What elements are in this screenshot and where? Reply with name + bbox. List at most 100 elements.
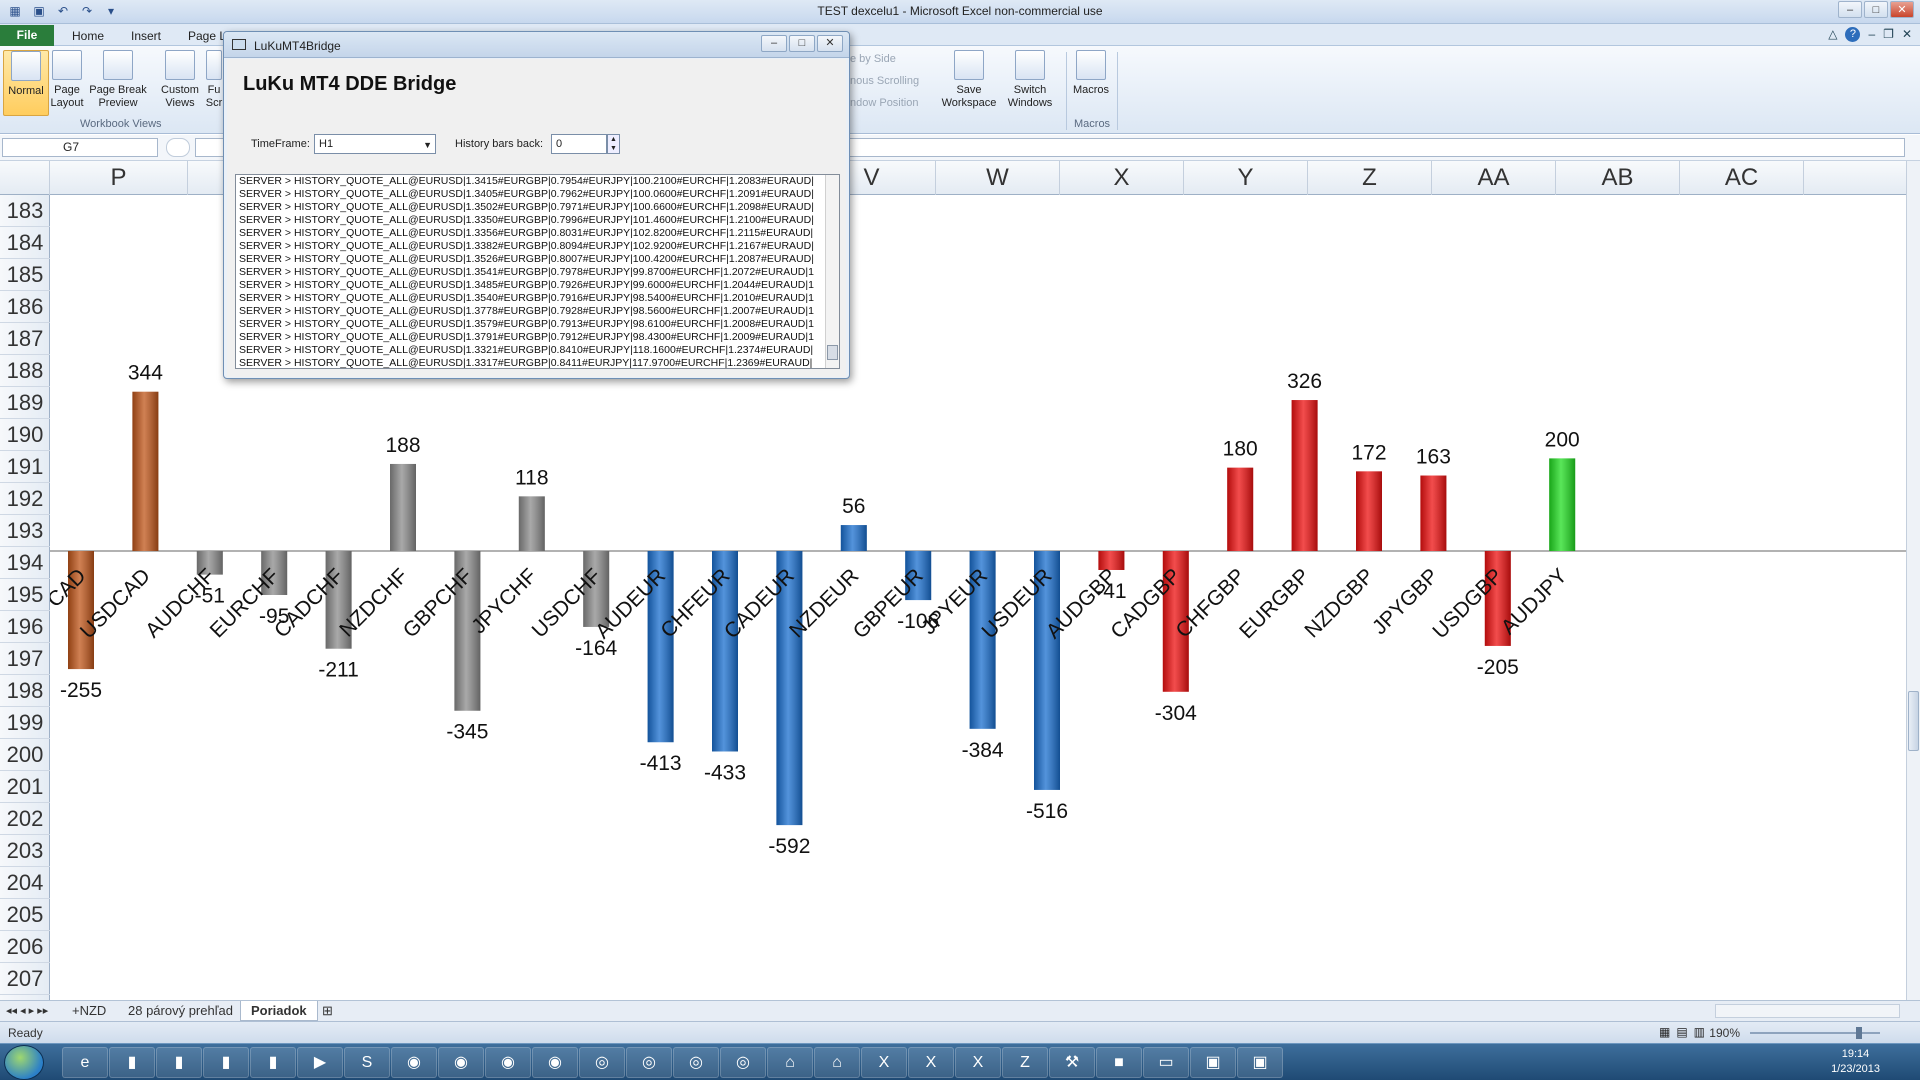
insert-function-icon[interactable] (166, 138, 190, 157)
workbook-minimize-icon[interactable]: – (1868, 27, 1875, 42)
row-header[interactable]: 204 (0, 867, 50, 899)
log-line[interactable]: SERVER > HISTORY_QUOTE_ALL@EURUSD|1.3485… (236, 279, 839, 292)
row-header[interactable]: 207 (0, 963, 50, 995)
monitor-icon[interactable]: ▭ (1143, 1047, 1189, 1078)
workbook-close-icon[interactable]: ✕ (1902, 27, 1912, 42)
log-line[interactable]: SERVER > HISTORY_QUOTE_ALL@EURUSD|1.3791… (236, 331, 839, 344)
name-box[interactable]: G7 (2, 138, 158, 157)
folder-icon[interactable]: ▮ (156, 1047, 202, 1078)
page-break-icon[interactable]: ▥ (1694, 1025, 1705, 1039)
chrome-icon[interactable]: ◎ (579, 1047, 625, 1078)
start-button[interactable] (4, 1045, 44, 1080)
window-icon[interactable]: ▣ (1190, 1047, 1236, 1078)
page-break-preview-button[interactable]: Page Break Preview (88, 50, 148, 116)
row-header[interactable]: 200 (0, 739, 50, 771)
save-workspace-button[interactable]: Save Workspace (938, 50, 1000, 116)
skype-icon[interactable]: S (344, 1047, 390, 1078)
insert-sheet-icon[interactable]: ⊞ (318, 1001, 337, 1021)
sheet-tab-poriadok[interactable]: Poriadok (240, 1001, 318, 1021)
row-header[interactable]: 191 (0, 451, 50, 483)
row-header[interactable]: 189 (0, 387, 50, 419)
switch-windows-button[interactable]: Switch Windows (1000, 50, 1060, 116)
row-header[interactable]: 193 (0, 515, 50, 547)
full-screen-button[interactable]: Fu Scr (203, 50, 225, 116)
minimize-ribbon-icon[interactable]: △ (1828, 27, 1837, 42)
chat-icon[interactable]: ◉ (532, 1047, 578, 1078)
view-side-by-side-button[interactable]: e by Side (850, 53, 896, 65)
row-header[interactable]: 199 (0, 707, 50, 739)
row-header[interactable]: 185 (0, 259, 50, 291)
tools-icon[interactable]: ⚒ (1049, 1047, 1095, 1078)
log-line[interactable]: SERVER > HISTORY_QUOTE_ALL@EURUSD|1.3382… (236, 240, 839, 253)
tab-file[interactable]: File (0, 25, 54, 46)
row-header[interactable]: 194 (0, 547, 50, 579)
media-player-icon[interactable]: ▶ (297, 1047, 343, 1078)
column-header[interactable]: Y (1184, 161, 1308, 195)
log-scroll-thumb[interactable] (827, 345, 838, 360)
row-header[interactable]: 197 (0, 643, 50, 675)
log-line[interactable]: SERVER > HISTORY_QUOTE_ALL@EURUSD|1.3526… (236, 253, 839, 266)
timeframe-select[interactable]: H1 ▼ (314, 134, 436, 154)
zoom-level[interactable]: 190% (1709, 1026, 1740, 1040)
row-header[interactable]: 192 (0, 483, 50, 515)
column-header[interactable]: AB (1556, 161, 1680, 195)
help-icon[interactable]: ? (1845, 27, 1861, 42)
zoom-slider-thumb[interactable] (1856, 1027, 1862, 1039)
green-app-icon[interactable]: ■ (1096, 1047, 1142, 1078)
chat-icon[interactable]: ◉ (438, 1047, 484, 1078)
log-line[interactable]: SERVER > HISTORY_QUOTE_ALL@EURUSD|1.3321… (236, 344, 839, 357)
log-line[interactable]: SERVER > HISTORY_QUOTE_ALL@EURUSD|1.3540… (236, 292, 839, 305)
normal-view-icon[interactable]: ▦ (1659, 1025, 1670, 1039)
maximize-button[interactable]: □ (1864, 1, 1888, 18)
log-line[interactable]: SERVER > HISTORY_QUOTE_ALL@EURUSD|1.3415… (236, 175, 839, 188)
sheet-tab-prehlad[interactable]: 28 párový prehľad (118, 1001, 243, 1021)
tab-insert[interactable]: Insert (121, 26, 171, 46)
chrome-icon[interactable]: ◎ (673, 1047, 719, 1078)
normal-view-button[interactable]: Normal (3, 50, 49, 116)
row-header[interactable]: 187 (0, 323, 50, 355)
row-header[interactable]: 196 (0, 611, 50, 643)
folder-icon[interactable]: ▮ (109, 1047, 155, 1078)
vertical-scroll-thumb[interactable] (1908, 691, 1919, 751)
row-header[interactable]: 190 (0, 419, 50, 451)
row-header[interactable]: 183 (0, 195, 50, 227)
column-header[interactable]: Z (1308, 161, 1432, 195)
window-icon[interactable]: ▣ (1237, 1047, 1283, 1078)
log-line[interactable]: SERVER > HISTORY_QUOTE_ALL@EURUSD|1.3778… (236, 305, 839, 318)
excel-icon[interactable]: X (861, 1047, 907, 1078)
column-header[interactable]: AA (1432, 161, 1556, 195)
folder-icon[interactable]: ▮ (203, 1047, 249, 1078)
row-header[interactable]: 203 (0, 835, 50, 867)
history-bars-input[interactable]: 0 (551, 134, 607, 154)
sheet-nav-icon[interactable]: ◂◂ ◂ ▸ ▸▸ (6, 1001, 48, 1021)
row-header[interactable]: 184 (0, 227, 50, 259)
ie-icon[interactable]: e (62, 1047, 108, 1078)
server-log-list[interactable]: SERVER > HISTORY_QUOTE_ALL@EURUSD|1.3415… (235, 174, 840, 369)
clock[interactable]: 19:14 1/23/2013 (1831, 1047, 1880, 1077)
reset-window-position-button[interactable]: ndow Position (850, 97, 919, 109)
excel-icon[interactable]: X (955, 1047, 1001, 1078)
log-line[interactable]: SERVER > HISTORY_QUOTE_ALL@EURUSD|1.3405… (236, 188, 839, 201)
synchronous-scrolling-button[interactable]: nous Scrolling (850, 75, 919, 87)
dialog-title-bar[interactable]: LuKuMT4Bridge – □ ✕ (224, 32, 849, 58)
select-all-corner[interactable] (0, 161, 50, 195)
log-scrollbar[interactable] (825, 175, 839, 368)
column-header[interactable]: X (1060, 161, 1184, 195)
dialog-maximize-button[interactable]: □ (789, 35, 815, 52)
mt4-icon[interactable]: ⌂ (814, 1047, 860, 1078)
column-header[interactable]: AC (1680, 161, 1804, 195)
row-header[interactable]: 188 (0, 355, 50, 387)
horizontal-scrollbar[interactable] (1715, 1004, 1900, 1018)
row-header[interactable]: 186 (0, 291, 50, 323)
log-line[interactable]: SERVER > HISTORY_QUOTE_ALL@EURUSD|1.3579… (236, 318, 839, 331)
history-bars-stepper[interactable]: ▲ ▼ (607, 134, 620, 154)
row-header[interactable]: 198 (0, 675, 50, 707)
workbook-restore-icon[interactable]: ❐ (1883, 27, 1894, 42)
row-header[interactable]: 206 (0, 931, 50, 963)
log-line[interactable]: SERVER > HISTORY_QUOTE_ALL@EURUSD|1.3356… (236, 227, 839, 240)
row-header[interactable]: 205 (0, 899, 50, 931)
minimize-button[interactable]: – (1838, 1, 1862, 18)
excel-icon[interactable]: X (908, 1047, 954, 1078)
custom-views-button[interactable]: Custom Views (157, 50, 203, 116)
log-line[interactable]: SERVER > HISTORY_QUOTE_ALL@EURUSD|1.3350… (236, 214, 839, 227)
